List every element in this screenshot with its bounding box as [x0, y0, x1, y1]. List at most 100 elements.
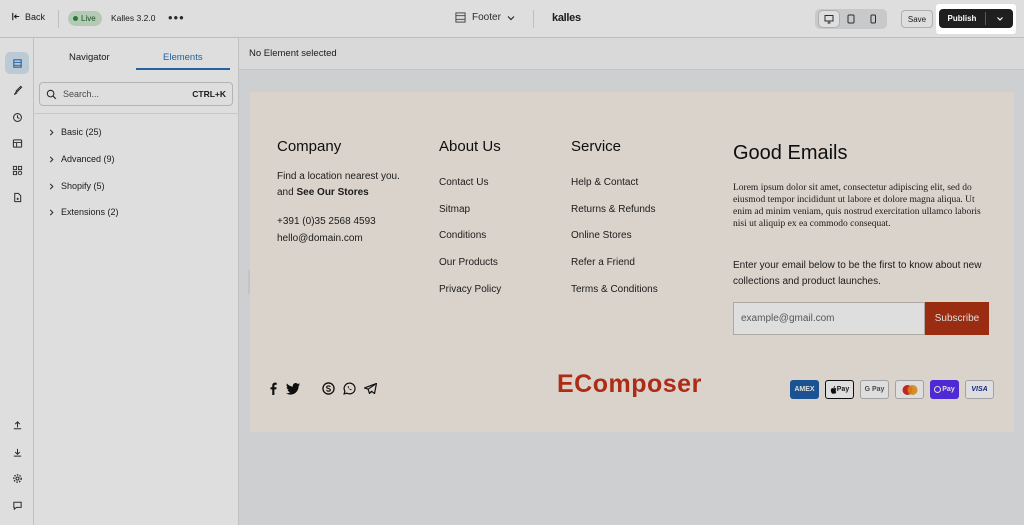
- live-dot-icon: [73, 16, 78, 21]
- chevron-right-icon: [49, 183, 54, 189]
- shop-pay-label: Pay: [942, 386, 955, 393]
- page-template-icon: [455, 12, 466, 23]
- live-badge: Live: [68, 11, 102, 26]
- apps-button[interactable]: [5, 159, 29, 181]
- history-icon: [12, 112, 22, 122]
- amex-icon: AMEX: [790, 380, 819, 399]
- divider: [34, 113, 239, 114]
- apps-icon: [12, 165, 22, 175]
- mobile-icon: [870, 14, 876, 24]
- category-basic[interactable]: Basic (25): [48, 127, 102, 137]
- theme-name: Kalles 3.2.0: [111, 13, 156, 23]
- desktop-icon: [824, 15, 834, 24]
- selection-status: No Element selected: [249, 48, 337, 59]
- footer-link[interactable]: Terms & Conditions: [571, 284, 658, 295]
- elements-panel: Navigator Elements CTRL+K Basic (25) Adv…: [34, 38, 239, 525]
- history-button[interactable]: [5, 106, 29, 128]
- tablet-view-button[interactable]: [841, 11, 861, 27]
- apple-pay-icon: Pay: [825, 380, 854, 399]
- footer-link[interactable]: Privacy Policy: [439, 284, 501, 295]
- apple-icon: [830, 385, 837, 394]
- company-line: Find a location nearest you.: [277, 171, 400, 182]
- tab-navigator[interactable]: Navigator: [69, 52, 110, 63]
- publish-button[interactable]: Publish: [939, 14, 985, 23]
- category-label: Shopify (5): [61, 181, 105, 191]
- about-title: About Us: [439, 138, 501, 155]
- footer-link[interactable]: Sitmap: [439, 204, 470, 215]
- chevron-down-icon: [996, 16, 1003, 21]
- box-button[interactable]: [5, 132, 29, 154]
- pages-button[interactable]: [5, 186, 29, 208]
- import-button[interactable]: [5, 441, 29, 463]
- footer-link[interactable]: Refer a Friend: [571, 257, 635, 268]
- more-options-icon[interactable]: •••: [168, 10, 185, 25]
- category-label: Basic (25): [61, 127, 102, 137]
- back-label: Back: [25, 11, 46, 22]
- settings-button[interactable]: [5, 467, 29, 489]
- layers-button[interactable]: [5, 52, 29, 74]
- top-bar: Back Live Kalles 3.2.0 ••• Footer kalles…: [0, 0, 1024, 38]
- payment-methods: AMEX Pay G Pay Pay VISA: [790, 380, 994, 399]
- live-label: Live: [81, 14, 96, 23]
- active-tab-indicator: [136, 68, 230, 70]
- newsletter-description: Enter your email below to be the first t…: [733, 260, 982, 287]
- company-line-prefix: and: [277, 187, 297, 198]
- newsletter-title: Good Emails: [733, 142, 848, 164]
- back-arrow-icon: [12, 12, 20, 21]
- footer-link[interactable]: Conditions: [439, 230, 486, 241]
- amex-label: AMEX: [794, 386, 815, 393]
- upload-icon: [13, 420, 21, 429]
- footer-link[interactable]: Returns & Refunds: [571, 204, 656, 215]
- search-input[interactable]: [63, 89, 187, 99]
- brush-icon: [13, 85, 22, 95]
- publish-button-group: Publish: [939, 9, 1013, 28]
- skype-icon[interactable]: [322, 382, 335, 395]
- desktop-view-button[interactable]: [819, 11, 839, 27]
- design-button[interactable]: [5, 79, 29, 101]
- gear-icon: [12, 473, 22, 483]
- company-stores-line: and See Our Stores: [277, 187, 369, 198]
- telegram-icon[interactable]: [364, 383, 377, 394]
- download-icon: [13, 448, 21, 457]
- canvas-status-bar: No Element selected: [239, 38, 1024, 70]
- chevron-right-icon: [49, 129, 54, 135]
- see-our-stores-link[interactable]: See Our Stores: [296, 187, 368, 198]
- save-button[interactable]: Save: [901, 10, 933, 28]
- ecomposer-logo: EComposer: [557, 370, 702, 398]
- newsletter-email-input[interactable]: [733, 302, 925, 335]
- company-phone: +391 (0)35 2568 4593: [277, 216, 376, 227]
- footer-link[interactable]: Our Products: [439, 257, 498, 268]
- category-advanced[interactable]: Advanced (9): [48, 154, 115, 164]
- chat-button[interactable]: [5, 494, 29, 516]
- mobile-view-button[interactable]: [863, 11, 883, 27]
- mastercard-icon: [895, 380, 924, 399]
- whatsapp-icon[interactable]: [343, 382, 356, 395]
- footer-section[interactable]: Company Find a location nearest you. and…: [250, 92, 1014, 432]
- export-button[interactable]: [5, 414, 29, 436]
- twitter-icon[interactable]: [286, 382, 300, 395]
- page-select-dropdown[interactable]: Footer: [455, 12, 515, 23]
- tab-elements[interactable]: Elements: [163, 52, 203, 63]
- category-shopify[interactable]: Shopify (5): [48, 181, 105, 191]
- facebook-icon[interactable]: [268, 382, 278, 395]
- chat-icon: [12, 501, 22, 510]
- footer-link[interactable]: Contact Us: [439, 177, 488, 188]
- back-button[interactable]: Back: [10, 11, 45, 22]
- visa-label: VISA: [971, 386, 988, 393]
- social-links: [268, 382, 377, 395]
- footer-link[interactable]: Online Stores: [571, 230, 632, 241]
- company-title: Company: [277, 138, 342, 155]
- subscribe-button[interactable]: Subscribe: [925, 302, 989, 335]
- page-icon: [13, 192, 21, 202]
- category-extensions[interactable]: Extensions (2): [48, 207, 119, 217]
- search-icon: [46, 89, 57, 99]
- publish-options-button[interactable]: [986, 15, 1013, 23]
- chevron-down-icon: [507, 15, 515, 20]
- box-icon: [12, 138, 22, 148]
- footer-link[interactable]: Help & Contact: [571, 177, 638, 188]
- mastercard-circles-icon: [902, 384, 917, 395]
- store-brand: kalles: [552, 12, 581, 24]
- page-name: Footer: [472, 12, 501, 23]
- company-email[interactable]: hello@domain.com: [277, 233, 363, 244]
- layers-icon: [12, 58, 22, 68]
